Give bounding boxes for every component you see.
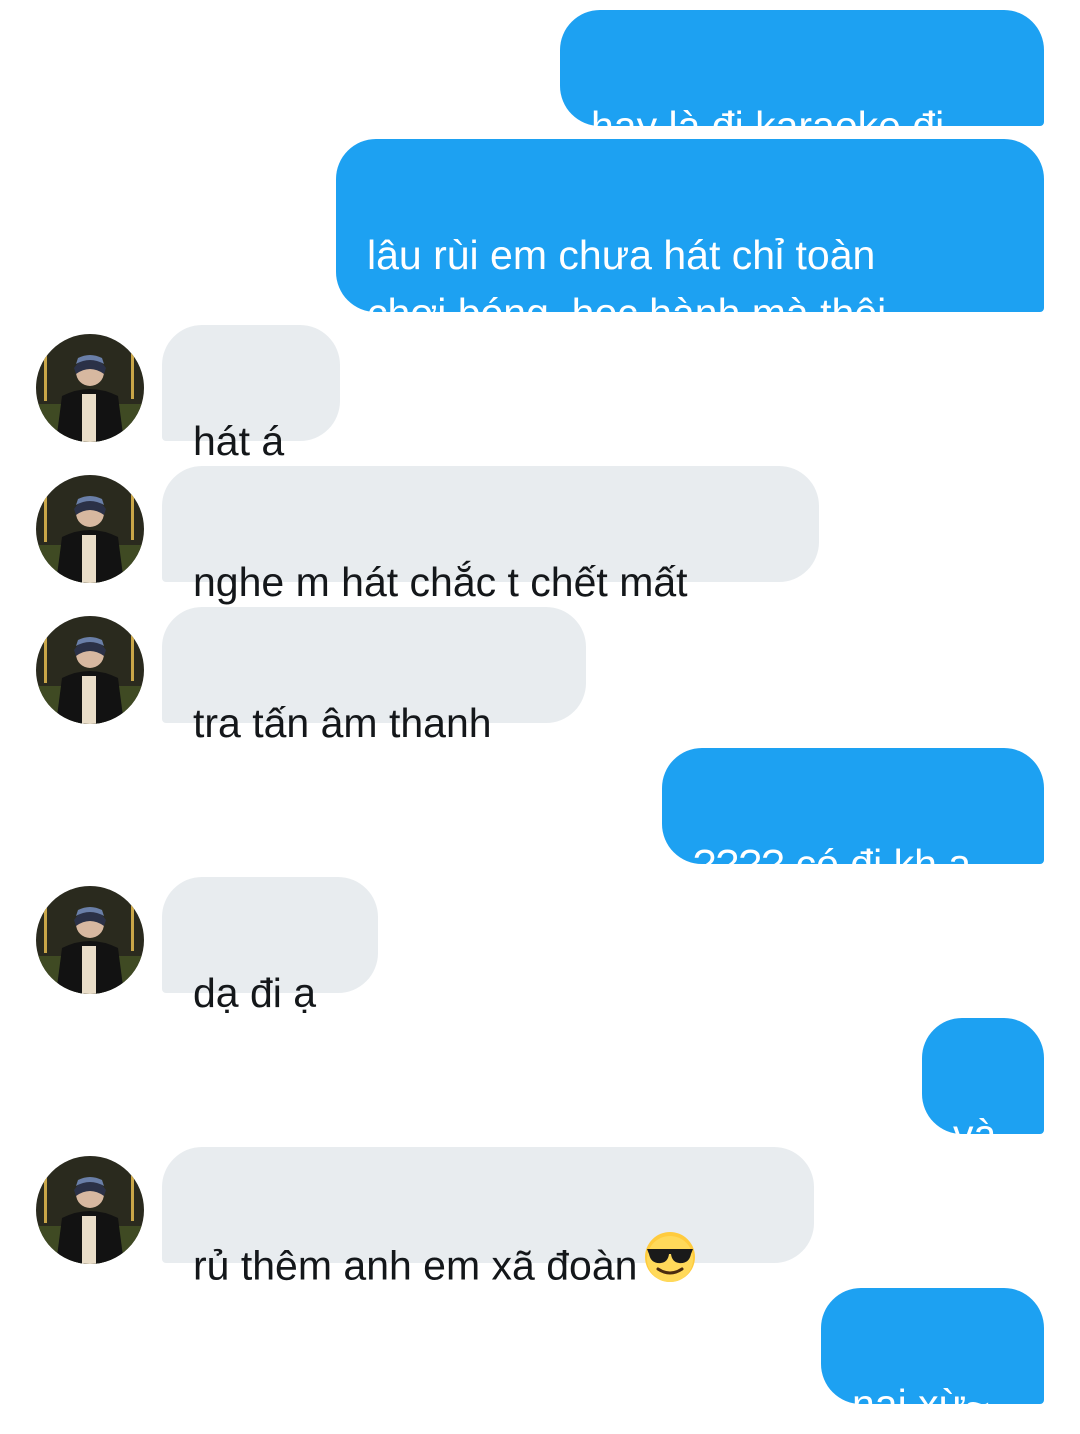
outgoing-message[interactable]: lâu rùi em chưa hát chỉ toàn chơi bóng, … xyxy=(336,139,1044,336)
message-text: lâu rùi em chưa hát chỉ toàn chơi bóng, … xyxy=(367,232,887,336)
contact-avatar[interactable] xyxy=(36,616,144,724)
message-text: dạ đi ạ xyxy=(193,970,317,1016)
incoming-message[interactable]: rủ thêm anh em xã đoàn xyxy=(162,1147,814,1288)
smiling-face-with-sunglasses-icon xyxy=(643,1230,697,1299)
contact-avatar[interactable] xyxy=(36,334,144,442)
message-text: tra tấn âm thanh xyxy=(193,700,492,746)
contact-avatar[interactable] xyxy=(36,886,144,994)
message-text: và xyxy=(953,1111,997,1157)
message-text: nai xừ~ xyxy=(852,1381,990,1427)
contact-avatar[interactable] xyxy=(36,475,144,583)
incoming-message[interactable]: dạ đi ạ xyxy=(162,877,378,1016)
contact-avatar[interactable] xyxy=(36,1156,144,1264)
incoming-message[interactable]: tra tấn âm thanh xyxy=(162,607,586,746)
message-text: hát á xyxy=(193,418,285,464)
message-text: nghe m hát chắc t chết mất xyxy=(193,559,688,605)
outgoing-message[interactable]: hay là đi karaoke đi xyxy=(560,10,1044,149)
incoming-message[interactable]: nghe m hát chắc t chết mất xyxy=(162,466,819,605)
outgoing-message[interactable]: ???? có đi kh ạ xyxy=(662,748,1044,887)
message-text: rủ thêm anh em xã đoàn xyxy=(193,1242,638,1289)
outgoing-message[interactable]: và xyxy=(922,1018,1044,1157)
message-text: ???? có đi kh ạ xyxy=(693,841,972,887)
incoming-message[interactable]: hát á xyxy=(162,325,340,464)
outgoing-message[interactable]: nai xừ~ xyxy=(821,1288,1044,1427)
